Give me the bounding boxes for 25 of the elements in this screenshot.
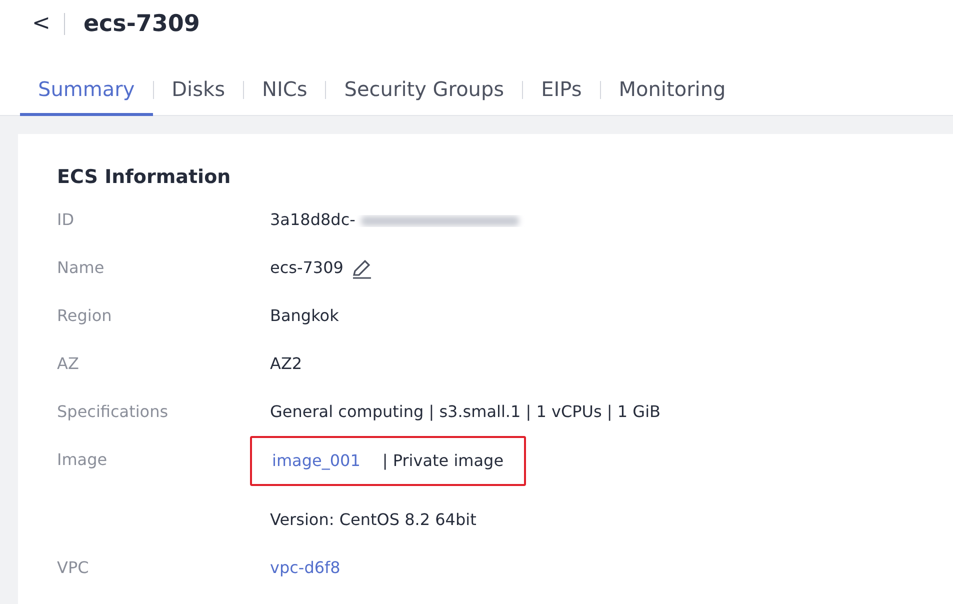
field-label: Name [57, 257, 106, 279]
tab[interactable]: Monitoring [600, 64, 744, 116]
tab[interactable]: EIPs [523, 64, 600, 116]
tab[interactable]: NICs [244, 64, 326, 116]
field-value: Bangkok [270, 305, 340, 327]
page-title: ecs-7309 [83, 10, 200, 36]
field-label: Region [57, 305, 113, 327]
field-label: AZ [57, 353, 80, 375]
field-label: ID [57, 209, 76, 231]
tab[interactable]: Disks [154, 64, 244, 116]
vpc-link[interactable]: vpc-d6f8 [270, 556, 953, 580]
section-title: ECS Information [57, 166, 232, 188]
back-button[interactable]: < [32, 12, 66, 34]
field-value: General computing | s3.small.1 | 1 vCPUs | 1 GiB [270, 401, 662, 423]
tab[interactable]: Security Groups [326, 64, 522, 116]
field-value: 3a18d8dc- [270, 210, 356, 229]
field-value: AZ2 [270, 353, 304, 375]
version-text: Version: CentOS 8.2 64bit [270, 509, 476, 531]
edit-icon[interactable] [351, 258, 374, 280]
field-value: | Private image [382, 450, 504, 472]
field-value: ecs-7309 [270, 258, 344, 277]
field-label: Specifications [57, 401, 170, 423]
field-label: VPC [57, 557, 90, 579]
field-label: Image [57, 449, 108, 471]
image-link[interactable]: image_001 [272, 449, 360, 473]
